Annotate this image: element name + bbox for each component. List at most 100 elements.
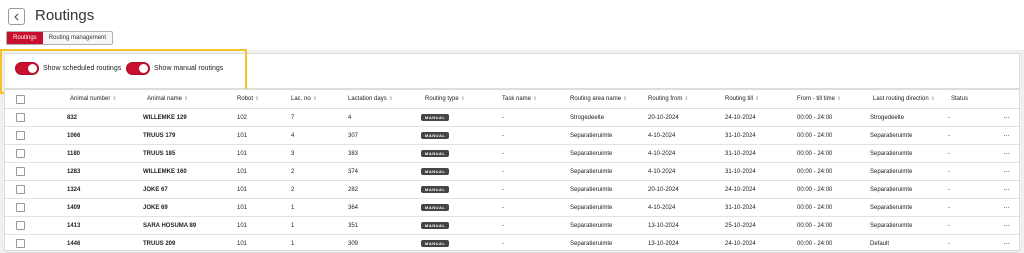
lac-no-cell: 1 (291, 222, 295, 229)
col-last-routing-direction[interactable]: Last routing direction ⇕ (873, 90, 935, 108)
lactation-days-cell: 364 (348, 204, 359, 211)
routing-area-cell: Separatieruimte (570, 186, 613, 193)
animal-name-cell-wrap: SARA HOSUMA 89 (143, 217, 196, 234)
last-direction-cell: Separatieruimte (870, 204, 913, 211)
row-checkbox[interactable] (16, 203, 25, 212)
routing-till-cell: 31-10-2024 (725, 132, 756, 139)
col-robot[interactable]: Robot ⇕ (237, 90, 259, 108)
row-select-cell (16, 109, 25, 126)
table-row[interactable]: 1283 WILLEMKE 160 101 2 374 MANUAL - Separatier… (5, 163, 1019, 181)
table-row[interactable]: 832 WILLEMKE 129 102 7 4 MANUAL - Strogedeelte 2… (5, 109, 1019, 127)
time-range-cell-wrap: 00:00 - 24:00 (797, 163, 832, 180)
table-row[interactable]: 1180 TRUUS 185 101 3 383 MANUAL - Separatieruim… (5, 145, 1019, 163)
last-direction-cell-wrap: Separatieruimte (870, 199, 912, 216)
task-name-cell: - (502, 222, 504, 229)
col-lactation-days[interactable]: Lactation days ⇕ (348, 90, 393, 108)
lactation-days-cell-wrap: 364 (348, 199, 358, 216)
back-button[interactable] (8, 8, 25, 25)
table-row[interactable]: 1066 TRUUS 179 101 4 307 MANUAL - Separatieruim… (5, 127, 1019, 145)
row-checkbox[interactable] (16, 239, 25, 248)
row-checkbox[interactable] (16, 221, 25, 230)
lactation-days-cell-wrap: 282 (348, 181, 358, 198)
tab-routing-management[interactable]: Routing management (43, 32, 112, 44)
row-more-actions-icon[interactable]: ··· (1003, 217, 1010, 234)
routing-from-cell: 4-10-2024 (648, 150, 676, 157)
row-checkbox[interactable] (16, 149, 25, 158)
task-name-cell-wrap: - (502, 235, 504, 252)
table-row[interactable]: 1413 SARA HOSUMA 89 101 1 351 MANUAL - Separati… (5, 217, 1019, 235)
time-range-cell-wrap: 00:00 - 24:00 (797, 217, 832, 234)
sort-icon: ⇕ (312, 96, 317, 102)
row-checkbox[interactable] (16, 131, 25, 140)
col-routing-type[interactable]: Routing type ⇕ (425, 90, 465, 108)
animal-name-cell-wrap: JOKE 67 (143, 181, 168, 198)
lactation-days-cell-wrap: 374 (348, 163, 358, 180)
lac-no-cell-wrap: 7 (291, 109, 294, 126)
sort-icon: ⇕ (460, 96, 465, 102)
table-row[interactable]: 1409 JOKE 69 101 1 364 MANUAL - Separatieruimte… (5, 199, 1019, 217)
animal-name-cell-wrap: TRUUS 185 (143, 145, 175, 162)
col-routing-from[interactable]: Routing from ⇕ (648, 90, 689, 108)
row-more-actions-icon[interactable]: ··· (1003, 199, 1010, 216)
col-animal-name[interactable]: Animal name ⇕ (147, 90, 188, 108)
tab-routings[interactable]: Routings (7, 32, 43, 44)
select-all-checkbox[interactable] (16, 94, 25, 104)
lactation-days-cell: 351 (348, 222, 359, 229)
col-animal-number[interactable]: Animal number ⇕ (70, 90, 117, 108)
routing-till-cell: 31-10-2024 (725, 168, 756, 175)
routing-from-cell-wrap: 4-10-2024 (648, 127, 675, 144)
row-checkbox[interactable] (16, 167, 25, 176)
routing-till-cell: 24-10-2024 (725, 186, 756, 193)
animal-number-cell: 1446 (67, 240, 81, 247)
routing-type-badge: MANUAL (421, 114, 450, 121)
routing-type-badge-wrap: MANUAL (421, 127, 450, 144)
col-routing-area-name[interactable]: Routing area name ⇕ (570, 90, 627, 108)
routing-area-cell-wrap: Separatieruimte (570, 235, 612, 252)
page-title: Routings (35, 7, 95, 24)
sort-icon: ⇕ (388, 96, 393, 102)
row-checkbox[interactable] (16, 185, 25, 194)
row-select-cell (16, 127, 25, 144)
animal-name-cell: WILLEMKE 160 (143, 168, 187, 175)
col-status[interactable]: Status (951, 90, 968, 108)
robot-cell-wrap: 101 (237, 127, 247, 144)
col-lac-no[interactable]: Lac. no ⇕ (291, 90, 317, 108)
last-direction-cell-wrap: Default (870, 235, 889, 252)
animal-number-cell-wrap: 1413 (67, 217, 80, 234)
task-name-cell: - (502, 204, 504, 211)
animal-number-cell-wrap: 1324 (67, 181, 80, 198)
routing-till-cell: 31-10-2024 (725, 150, 756, 157)
robot-cell-wrap: 101 (237, 145, 247, 162)
sort-icon: ⇕ (623, 96, 628, 102)
lac-no-cell-wrap: 4 (291, 127, 294, 144)
routing-from-cell: 4-10-2024 (648, 168, 676, 175)
routing-from-cell: 13-10-2024 (648, 240, 679, 247)
col-from-till-time[interactable]: From - till time ⇕ (797, 90, 841, 108)
animal-name-cell-wrap: JOKE 69 (143, 199, 168, 216)
col-routing-till[interactable]: Routing till ⇕ (725, 90, 759, 108)
row-more-actions-icon[interactable]: ··· (1003, 127, 1010, 144)
row-checkbox[interactable] (16, 113, 25, 122)
table-row[interactable]: 1324 JOKE 67 101 2 282 MANUAL - Separatieruimte… (5, 181, 1019, 199)
last-direction-cell: Separatieruimte (870, 150, 913, 157)
row-more-actions-icon[interactable]: ··· (1003, 145, 1010, 162)
row-more-actions-icon[interactable]: ··· (1003, 235, 1010, 252)
row-more-actions-icon[interactable]: ··· (1003, 181, 1010, 198)
time-range-cell: 00:00 - 24:00 (797, 168, 833, 175)
row-more-actions-icon[interactable]: ··· (1003, 163, 1010, 180)
routing-area-cell-wrap: Separatieruimte (570, 163, 612, 180)
animal-name-cell-wrap: TRUUS 179 (143, 127, 175, 144)
lactation-days-cell-wrap: 309 (348, 235, 358, 252)
task-name-cell-wrap: - (502, 199, 504, 216)
task-name-cell-wrap: - (502, 145, 504, 162)
lac-no-cell-wrap: 2 (291, 181, 294, 198)
routing-type-badge: MANUAL (421, 186, 450, 193)
select-all-cell (16, 90, 25, 108)
sort-icon: ⇕ (837, 96, 842, 102)
row-more-actions-icon[interactable]: ··· (1003, 109, 1010, 126)
sort-icon: ⇕ (533, 96, 538, 102)
lac-no-cell-wrap: 3 (291, 145, 294, 162)
table-row[interactable]: 1446 TRUUS 209 101 1 309 MANUAL - Separatieruim… (5, 235, 1019, 253)
animal-number-cell: 1283 (67, 168, 81, 175)
col-task-name[interactable]: Task name ⇕ (502, 90, 537, 108)
